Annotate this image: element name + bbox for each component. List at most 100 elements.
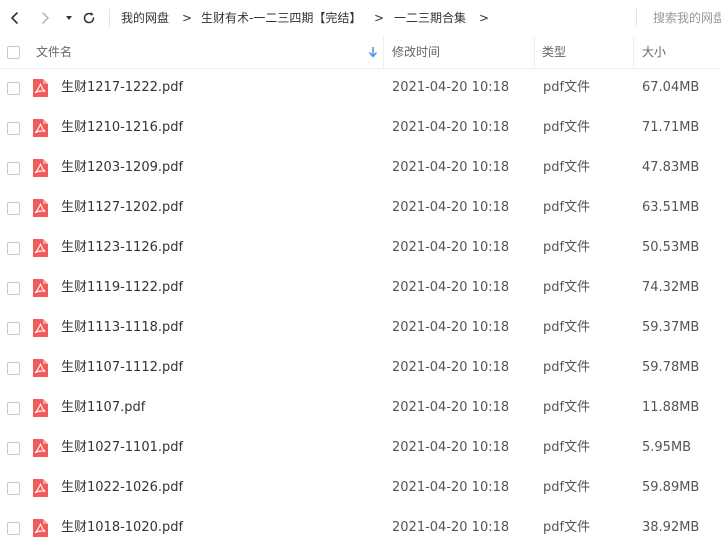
- file-size: 74.32MB: [642, 280, 700, 295]
- file-size: 38.92MB: [642, 520, 700, 535]
- column-divider[interactable]: [383, 36, 384, 68]
- file-name[interactable]: 生财1113-1118.pdf: [61, 320, 183, 336]
- file-row[interactable]: 生财1203-1209.pdf 2021-04-20 10:18 pdf文件 4…: [0, 148, 721, 188]
- row-checkbox[interactable]: [7, 82, 20, 95]
- breadcrumb-root[interactable]: 我的网盘: [121, 9, 169, 27]
- file-type: pdf文件: [543, 240, 591, 255]
- file-type: pdf文件: [543, 320, 591, 335]
- file-modified: 2021-04-20 10:18: [392, 360, 510, 375]
- file-row[interactable]: 生财1210-1216.pdf 2021-04-20 10:18 pdf文件 7…: [0, 108, 721, 148]
- file-name[interactable]: 生财1217-1222.pdf: [61, 80, 183, 96]
- file-type: pdf文件: [543, 160, 591, 175]
- file-row[interactable]: 生财1217-1222.pdf 2021-04-20 10:18 pdf文件 6…: [0, 68, 721, 108]
- breadcrumb-separator: >: [374, 11, 385, 25]
- file-row[interactable]: 生财1123-1126.pdf 2021-04-20 10:18 pdf文件 5…: [0, 228, 721, 268]
- file-name[interactable]: 生财1210-1216.pdf: [61, 120, 183, 136]
- file-row[interactable]: 生财1127-1202.pdf 2021-04-20 10:18 pdf文件 6…: [0, 188, 721, 228]
- column-header-name[interactable]: 文件名: [36, 45, 72, 59]
- file-name[interactable]: 生财1203-1209.pdf: [61, 160, 183, 176]
- file-row[interactable]: 生财1022-1026.pdf 2021-04-20 10:18 pdf文件 5…: [0, 468, 721, 508]
- sort-down-icon[interactable]: [368, 46, 378, 58]
- file-name[interactable]: 生财1123-1126.pdf: [61, 240, 183, 256]
- file-modified: 2021-04-20 10:18: [392, 520, 510, 535]
- row-checkbox[interactable]: [7, 282, 20, 295]
- file-modified: 2021-04-20 10:18: [392, 80, 510, 95]
- row-checkbox[interactable]: [7, 522, 20, 535]
- chevron-left-icon: [11, 12, 18, 24]
- pdf-icon: [33, 239, 48, 257]
- file-modified: 2021-04-20 10:18: [392, 400, 510, 415]
- pdf-icon: [33, 159, 48, 177]
- row-checkbox[interactable]: [7, 122, 20, 135]
- file-row[interactable]: 生财1107.pdf 2021-04-20 10:18 pdf文件 11.88M…: [0, 388, 721, 428]
- file-modified: 2021-04-20 10:18: [392, 160, 510, 175]
- file-name[interactable]: 生财1127-1202.pdf: [61, 200, 183, 216]
- pdf-icon: [33, 279, 48, 297]
- row-checkbox[interactable]: [7, 482, 20, 495]
- row-checkbox[interactable]: [7, 402, 20, 415]
- file-name[interactable]: 生财1107.pdf: [61, 400, 145, 416]
- select-all-checkbox[interactable]: [7, 46, 20, 59]
- refresh-icon: [83, 12, 95, 24]
- row-checkbox[interactable]: [7, 442, 20, 455]
- toolbar-divider: [109, 9, 110, 27]
- file-modified: 2021-04-20 10:18: [392, 280, 510, 295]
- column-divider[interactable]: [633, 36, 634, 68]
- file-row[interactable]: 生财1119-1122.pdf 2021-04-20 10:18 pdf文件 7…: [0, 268, 721, 308]
- file-type: pdf文件: [543, 480, 591, 495]
- search-divider: [636, 9, 637, 27]
- breadcrumb-folder[interactable]: 生财有术-一二三四期【完结】: [201, 9, 361, 27]
- row-checkbox[interactable]: [7, 322, 20, 335]
- file-modified: 2021-04-20 10:18: [392, 440, 510, 455]
- file-type: pdf文件: [543, 80, 591, 95]
- breadcrumb-separator: >: [479, 11, 490, 25]
- row-checkbox[interactable]: [7, 162, 20, 175]
- file-row[interactable]: 生财1027-1101.pdf 2021-04-20 10:18 pdf文件 5…: [0, 428, 721, 468]
- file-name[interactable]: 生财1119-1122.pdf: [61, 280, 183, 296]
- pdf-icon: [33, 399, 48, 417]
- row-checkbox[interactable]: [7, 362, 20, 375]
- row-checkbox[interactable]: [7, 202, 20, 215]
- file-type: pdf文件: [543, 440, 591, 455]
- file-row[interactable]: 生财1107-1112.pdf 2021-04-20 10:18 pdf文件 5…: [0, 348, 721, 388]
- file-name[interactable]: 生财1018-1020.pdf: [61, 520, 183, 536]
- file-type: pdf文件: [543, 520, 591, 535]
- breadcrumb-current[interactable]: 一二三期合集: [394, 9, 466, 27]
- back-button[interactable]: [5, 8, 25, 28]
- file-list-header: 文件名 修改时间 类型 大小: [0, 36, 721, 69]
- pdf-icon: [33, 439, 48, 457]
- file-type: pdf文件: [543, 400, 591, 415]
- column-header-type[interactable]: 类型: [542, 45, 566, 59]
- file-size: 59.89MB: [642, 480, 700, 495]
- breadcrumb-separator: >: [182, 11, 193, 25]
- file-list: 生财1217-1222.pdf 2021-04-20 10:18 pdf文件 6…: [0, 68, 721, 537]
- history-dropdown-button[interactable]: [59, 8, 79, 28]
- file-row[interactable]: 生财1018-1020.pdf 2021-04-20 10:18 pdf文件 3…: [0, 508, 721, 537]
- file-size: 11.88MB: [642, 400, 700, 415]
- forward-button[interactable]: [35, 8, 55, 28]
- column-header-modified[interactable]: 修改时间: [392, 45, 440, 59]
- chevron-right-icon: [42, 12, 49, 24]
- file-size: 71.71MB: [642, 120, 700, 135]
- file-name[interactable]: 生财1107-1112.pdf: [61, 360, 183, 376]
- file-name[interactable]: 生财1027-1101.pdf: [61, 440, 183, 456]
- pdf-icon: [33, 199, 48, 217]
- column-header-size[interactable]: 大小: [642, 45, 666, 59]
- pdf-icon: [33, 319, 48, 337]
- file-size: 47.83MB: [642, 160, 700, 175]
- file-size: 59.37MB: [642, 320, 700, 335]
- file-name[interactable]: 生财1022-1026.pdf: [61, 480, 183, 496]
- pdf-icon: [33, 479, 48, 497]
- file-type: pdf文件: [543, 120, 591, 135]
- row-checkbox[interactable]: [7, 242, 20, 255]
- pdf-icon: [33, 79, 48, 97]
- file-size: 67.04MB: [642, 80, 700, 95]
- search-input[interactable]: [646, 8, 721, 28]
- file-size: 50.53MB: [642, 240, 700, 255]
- file-modified: 2021-04-20 10:18: [392, 200, 510, 215]
- file-type: pdf文件: [543, 200, 591, 215]
- file-row[interactable]: 生财1113-1118.pdf 2021-04-20 10:18 pdf文件 5…: [0, 308, 721, 348]
- column-divider[interactable]: [534, 36, 535, 68]
- pdf-icon: [33, 119, 48, 137]
- refresh-button[interactable]: [79, 8, 99, 28]
